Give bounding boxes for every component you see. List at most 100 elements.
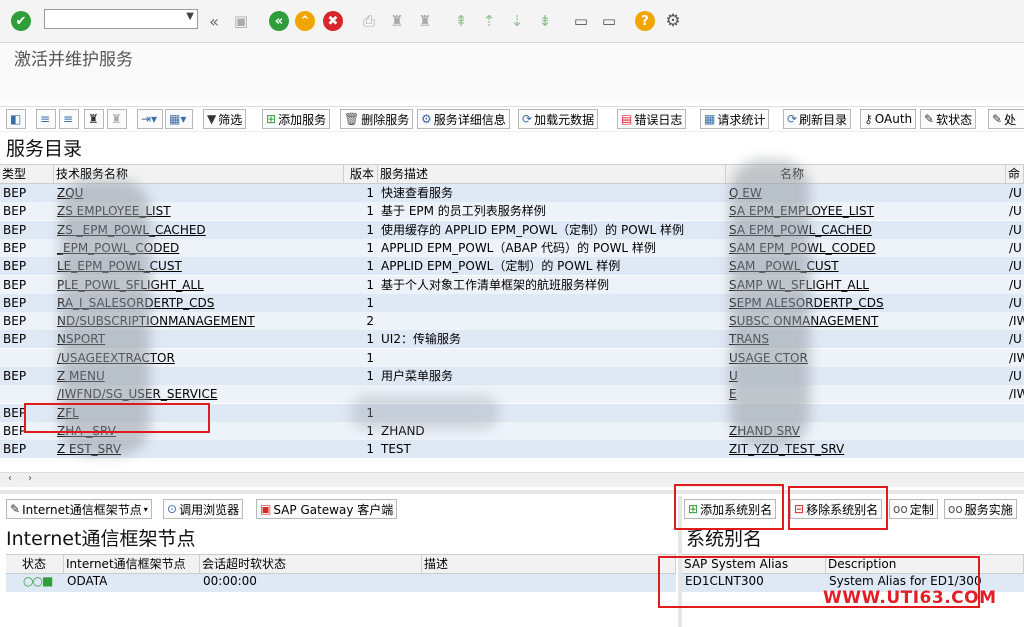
table-row[interactable]: BEP LE_EPM_POWL_CUST1APPLID EPM_POWL（定制）… — [0, 257, 1024, 276]
process-button[interactable]: ✎ 处 — [988, 109, 1024, 129]
cell-desc: 基于个人对象工作清单框架的航班服务样例 — [381, 277, 610, 292]
back-icon[interactable]: « — [203, 10, 225, 32]
settings-icon[interactable]: ⚙ — [662, 10, 684, 32]
cell-ver: 1 — [366, 442, 374, 457]
request-stats-button[interactable]: ▦ 请求统计 — [700, 109, 770, 129]
next-page-icon[interactable]: ⇣ — [506, 10, 528, 32]
oauth-button[interactable]: ⚷ OAuth — [860, 109, 917, 129]
col-version[interactable]: 版本 — [344, 165, 378, 183]
help-icon[interactable]: ? — [634, 10, 656, 32]
details-icon: ⚙ — [421, 112, 432, 126]
cell-ns: /U — [1009, 186, 1022, 200]
find-next-button[interactable]: ♜ — [107, 109, 127, 129]
icf-col-status[interactable]: 状态 — [20, 555, 64, 573]
cell-type — [0, 349, 54, 367]
cell-ns: /U — [1009, 259, 1022, 274]
layout-button[interactable]: ▦▾ — [165, 109, 193, 129]
prev-screen-icon[interactable]: « — [268, 10, 290, 32]
highlight-box — [788, 486, 888, 530]
pen-icon: ✎ — [992, 112, 1003, 126]
service-details-button[interactable]: ⚙ 服务详细信息 — [417, 109, 510, 129]
table-row[interactable]: ○○■ ODATA 00:00:00 — [6, 574, 676, 592]
cell-type: BEP — [3, 442, 27, 457]
gateway-client-button[interactable]: ▣ SAP Gateway 客户端 — [256, 499, 398, 519]
cancel-icon[interactable]: ✖ — [322, 10, 344, 32]
table-row[interactable]: /USAGEEXTRACTOR1USAGE CTOR/IW — [0, 348, 1024, 367]
cell-ns: /IW — [1009, 387, 1024, 402]
export-button[interactable]: ⇥▾ — [137, 109, 163, 129]
table-row[interactable]: BEPZS _EPM_POWL_CACHED1使用缓存的 APPLID EPM_… — [0, 220, 1024, 239]
error-log-button[interactable]: ▤ 错误日志 — [617, 109, 687, 129]
chevron-down-icon[interactable]: ▼ — [186, 11, 194, 22]
print-icon[interactable]: ⎙ — [358, 10, 380, 32]
delete-service-button[interactable]: 🗑 删除服务 — [340, 109, 414, 129]
find-icon: ♜ — [88, 112, 99, 126]
command-field[interactable]: ▼ — [44, 9, 198, 29]
table-row[interactable]: BEP NSPORT1UI2：传输服务TRANS/U — [0, 330, 1024, 349]
service-impl-button[interactable]: oo 服务实施 — [944, 499, 1017, 519]
refresh-catalog-button[interactable]: ⟳ 刷新目录 — [783, 109, 852, 129]
customize-button[interactable]: oo 定制 — [889, 499, 938, 519]
find-next-icon[interactable]: ♜ — [414, 10, 436, 32]
cell-desc: TEST — [381, 442, 411, 457]
find-next-icon: ♜ — [111, 112, 122, 126]
icf-col-desc[interactable]: 描述 — [422, 555, 676, 573]
cell-type: BEP — [3, 369, 27, 383]
find-button[interactable]: ♜ — [84, 109, 104, 129]
table-row[interactable]: BEPZS EMPLOYEE_LIST1基于 EPM 的员工列表服务样例SA E… — [0, 202, 1024, 221]
scroll-right-icon[interactable]: › — [28, 473, 32, 484]
cell-ver: 1 — [366, 295, 374, 310]
new-session-icon[interactable]: ▭ — [570, 10, 592, 32]
col-desc[interactable]: 服务描述 — [378, 165, 726, 183]
table-row[interactable]: BEP PLE_POWL_SFLIGHT_ALL1基于个人对象工作清单框架的航班… — [0, 275, 1024, 294]
cell-type: BEP — [3, 314, 27, 329]
cell-ns — [1006, 440, 1024, 458]
save-icon[interactable]: ▣ — [230, 10, 252, 32]
sort-icon: ≡ — [40, 112, 51, 126]
table-row[interactable]: BEPZQU1快速查看服务Q EW/U — [0, 184, 1024, 202]
cell-ns: /U — [1009, 295, 1022, 310]
sort-desc-button[interactable]: ≡ — [59, 109, 79, 129]
table-row[interactable]: BEP RA_I_SALESORDERTP_CDS1SEPM ALESORDER… — [0, 293, 1024, 312]
details-button[interactable]: ◧ — [6, 109, 26, 129]
scroll-left-icon[interactable]: ‹ — [8, 473, 12, 484]
last-page-icon[interactable]: ⇟ — [534, 10, 556, 32]
catalog-scrollbar[interactable] — [0, 472, 1024, 487]
find-icon[interactable]: ♜ — [386, 10, 408, 32]
sort-asc-button[interactable]: ≡ — [36, 109, 56, 129]
icf-col-node[interactable]: Internet通信框架节点 — [64, 555, 200, 573]
client-icon: ▣ — [260, 502, 272, 516]
add-icon: ⊞ — [266, 112, 277, 126]
table-row[interactable]: BEP _EPM_POWL_CODED1APPLID EPM_POWL（ABAP… — [0, 238, 1024, 257]
refresh-icon: ⟳ — [522, 112, 533, 126]
highlight-box — [24, 403, 210, 433]
filter-button[interactable]: ▼ 筛选 — [203, 109, 247, 129]
table-row[interactable]: BEPZ MENU1用户菜单服务U/U — [0, 367, 1024, 385]
icf-col-timeout[interactable]: 会话超时软状态 — [200, 555, 422, 573]
cell-ver: 1 — [366, 204, 374, 219]
check-icon[interactable]: ✔ — [10, 10, 32, 32]
cell-ns: /U — [1009, 369, 1022, 383]
chevron-down-icon: ▾ — [143, 504, 148, 514]
cell-ver: 1 — [366, 240, 374, 255]
load-metadata-button[interactable]: ⟳ 加载元数据 — [518, 109, 599, 129]
add-service-button[interactable]: ⊞ 添加服务 — [262, 109, 331, 129]
prev-page-icon[interactable]: ⇡ — [478, 10, 500, 32]
cell-desc: APPLID EPM_POWL（ABAP 代码）的 POWL 样例 — [381, 240, 656, 255]
cell-ns: /U — [1009, 332, 1022, 347]
soft-state-button[interactable]: ✎ 软状态 — [920, 109, 977, 129]
shortcut-icon[interactable]: ▭ — [598, 10, 620, 32]
table-row[interactable]: /IWFND/SG_USER_SERVICEE/IW — [0, 385, 1024, 404]
col-namespace[interactable]: 命 — [1006, 165, 1024, 183]
table-row[interactable]: BEPZ EST_SRV1TESTZIT_YZD_TEST_SRV — [0, 440, 1024, 459]
first-page-icon[interactable]: ⇞ — [450, 10, 472, 32]
cell-ns: /U — [1009, 204, 1022, 219]
cell-ns: /U — [1009, 277, 1022, 292]
col-type[interactable]: 类型 — [0, 165, 54, 183]
exit-icon[interactable]: ⌃ — [294, 10, 316, 32]
cell-type — [0, 385, 54, 403]
pen-icon: ✎ — [10, 502, 21, 516]
icf-node-button[interactable]: ✎ Internet通信框架节点 ▾ — [6, 499, 152, 519]
call-browser-button[interactable]: ⊙ 调用浏览器 — [163, 499, 244, 519]
table-row[interactable]: BEP ND/SUBSCRIPTIONMANAGEMENT2SUBSC ONMA… — [0, 312, 1024, 331]
